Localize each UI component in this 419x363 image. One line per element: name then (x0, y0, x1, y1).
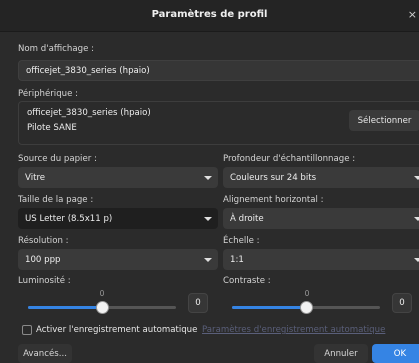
brightness-slider-knob[interactable] (96, 301, 109, 314)
select-device-button[interactable]: Sélectionner (349, 110, 419, 131)
page-size-label: Taille de la page : (18, 195, 94, 205)
depth-value: Couleurs sur 24 bits (230, 172, 317, 183)
window-title: Paramètres de profil (151, 9, 268, 20)
device-label: Périphérique : (18, 89, 79, 99)
chevron-down-icon (204, 257, 212, 262)
autosave-checkbox[interactable] (22, 325, 32, 335)
brightness-label: Luminosité : (18, 276, 71, 286)
brightness-slider-fill (28, 306, 102, 309)
chevron-down-icon (204, 175, 212, 180)
contrast-slider-fill (232, 306, 306, 309)
title-bar: Paramètres de profil × (0, 0, 419, 32)
chevron-down-icon (414, 216, 419, 221)
chevron-down-icon (414, 175, 419, 180)
page-size-dropdown[interactable]: US Letter (8.5x11 p) (18, 208, 218, 229)
cancel-button[interactable]: Annuler (314, 344, 368, 363)
display-name-label: Nom d'affichage : (18, 44, 94, 54)
chevron-down-icon (414, 257, 419, 262)
resolution-value: 100 ppp (25, 254, 61, 265)
advanced-button[interactable]: Avancés... (18, 344, 72, 363)
scale-label: Échelle : (223, 236, 260, 246)
h-align-label: Alignement horizontal : (223, 195, 324, 205)
contrast-slider-label: 0 (304, 289, 310, 298)
ok-button[interactable]: OK (372, 344, 419, 363)
brightness-slider-label: 0 (99, 289, 105, 298)
paper-source-value: Vitre (25, 172, 46, 183)
resolution-dropdown[interactable]: 100 ppp (18, 249, 218, 270)
autosave-checkbox-label[interactable]: Activer l'enregistrement automatique (36, 325, 197, 335)
paper-source-dropdown[interactable]: Vitre (18, 167, 218, 188)
paper-source-label: Source du papier : (18, 154, 97, 164)
autosave-settings-link[interactable]: Paramètres d'enregistrement automatique (202, 325, 385, 335)
device-name: officejet_3830_series (hpaio) (27, 108, 151, 118)
brightness-slider[interactable] (28, 301, 176, 314)
contrast-label: Contraste : (223, 276, 271, 286)
contrast-slider[interactable] (232, 301, 380, 314)
device-backend: Pilote SANE (27, 123, 77, 133)
h-align-dropdown[interactable]: À droite (223, 208, 419, 229)
close-icon[interactable]: × (408, 8, 417, 21)
page-size-value: US Letter (8.5x11 p) (25, 213, 113, 224)
brightness-value-field[interactable]: 0 (188, 293, 208, 313)
depth-label: Profondeur d'échantillonnage : (223, 154, 356, 164)
chevron-down-icon (204, 216, 212, 221)
depth-dropdown[interactable]: Couleurs sur 24 bits (223, 167, 419, 188)
scale-value: 1:1 (230, 254, 244, 265)
resolution-label: Résolution : (18, 236, 69, 246)
contrast-value-field[interactable]: 0 (392, 293, 412, 313)
display-name-input[interactable]: officejet_3830_series (hpaio) (18, 60, 419, 81)
contrast-slider-knob[interactable] (300, 301, 313, 314)
device-frame: officejet_3830_series (hpaio) Pilote SAN… (18, 101, 419, 145)
scale-dropdown[interactable]: 1:1 (223, 249, 419, 270)
h-align-value: À droite (230, 213, 264, 224)
